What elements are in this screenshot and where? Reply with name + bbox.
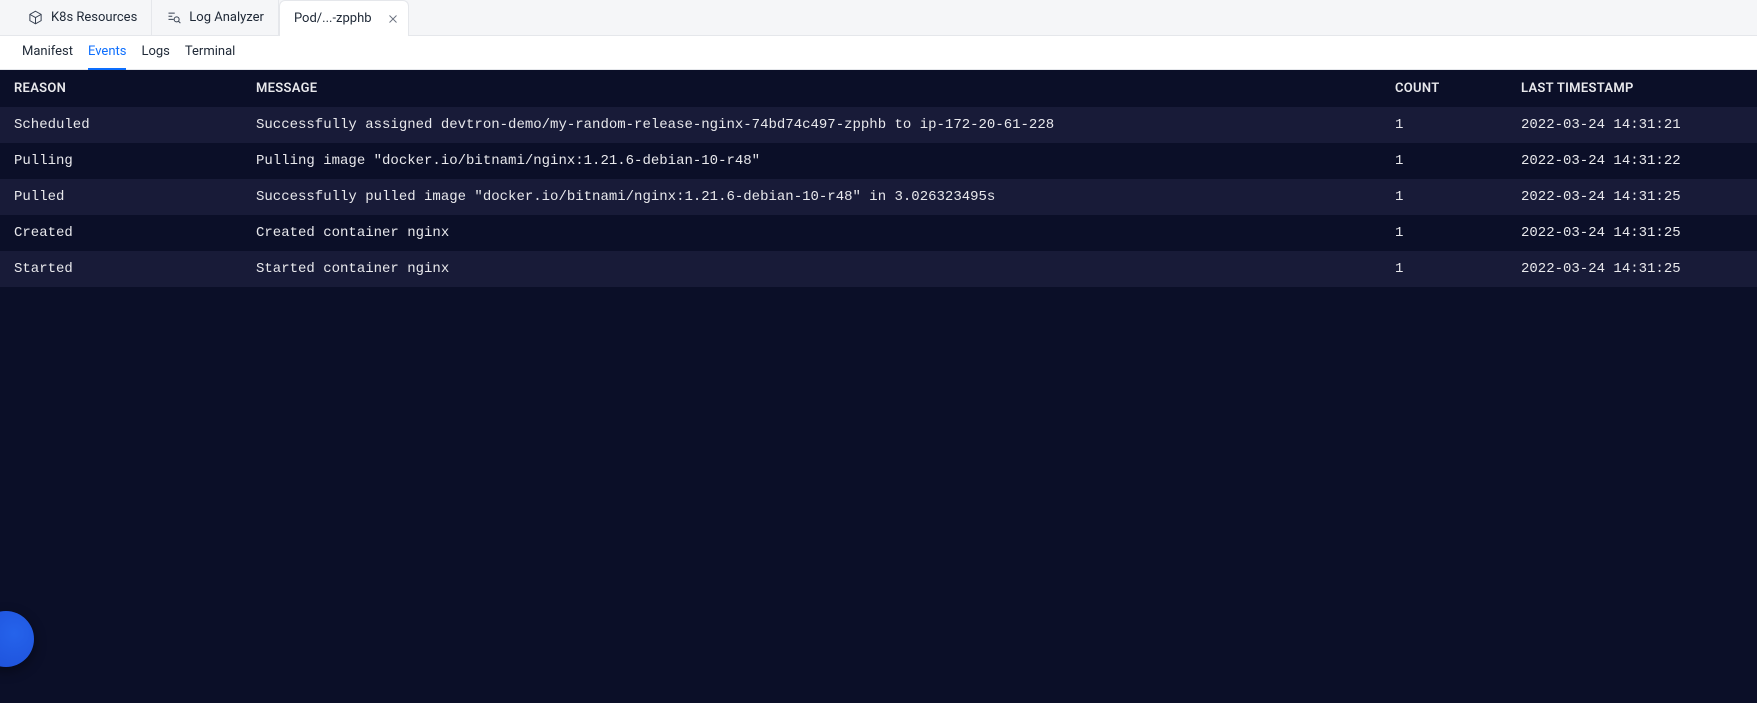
cell-message: Created container nginx [242,215,1381,251]
top-tab-label: Pod/...-zpphb [294,11,372,26]
table-row: Pulling Pulling image "docker.io/bitnami… [0,143,1757,179]
cell-message: Pulling image "docker.io/bitnami/nginx:1… [242,143,1381,179]
table-row: Created Created container nginx 1 2022-0… [0,215,1757,251]
cell-timestamp: 2022-03-24 14:31:25 [1507,179,1757,215]
table-row: Started Started container nginx 1 2022-0… [0,251,1757,287]
top-tab-log-analyzer[interactable]: Log Analyzer [152,0,279,36]
cell-timestamp: 2022-03-24 14:31:25 [1507,215,1757,251]
top-tab-label: K8s Resources [51,10,137,25]
tab-terminal[interactable]: Terminal [185,36,235,70]
help-fab-button[interactable] [0,611,34,667]
close-icon[interactable] [386,12,400,26]
cell-reason: Scheduled [0,107,242,143]
cell-message: Successfully assigned devtron-demo/my-ra… [242,107,1381,143]
top-tab-label: Log Analyzer [189,10,264,25]
top-tab-bar: K8s Resources Log Analyzer Pod/...-zpphb [0,0,1757,36]
cell-count: 1 [1381,215,1507,251]
header-count: COUNT [1381,70,1507,107]
table-row: Scheduled Successfully assigned devtron-… [0,107,1757,143]
header-reason: REASON [0,70,242,107]
cube-icon [28,10,43,25]
cell-count: 1 [1381,107,1507,143]
header-message: MESSAGE [242,70,1381,107]
cell-reason: Started [0,251,242,287]
top-tab-pod-detail[interactable]: Pod/...-zpphb [279,0,409,36]
tab-manifest[interactable]: Manifest [22,36,73,70]
tab-logs[interactable]: Logs [141,36,169,70]
cell-timestamp: 2022-03-24 14:31:25 [1507,251,1757,287]
events-table: REASON MESSAGE COUNT LAST TIMESTAMP Sche… [0,70,1757,287]
cell-count: 1 [1381,143,1507,179]
tab-events[interactable]: Events [88,36,126,70]
cell-message: Successfully pulled image "docker.io/bit… [242,179,1381,215]
header-timestamp: LAST TIMESTAMP [1507,70,1757,107]
cell-reason: Pulled [0,179,242,215]
top-tab-k8s-resources[interactable]: K8s Resources [14,0,152,36]
search-log-icon [166,10,181,25]
cell-message: Started container nginx [242,251,1381,287]
cell-timestamp: 2022-03-24 14:31:22 [1507,143,1757,179]
cell-reason: Pulling [0,143,242,179]
cell-count: 1 [1381,251,1507,287]
cell-count: 1 [1381,179,1507,215]
cell-reason: Created [0,215,242,251]
sub-tab-bar: Manifest Events Logs Terminal [0,36,1757,70]
cell-timestamp: 2022-03-24 14:31:21 [1507,107,1757,143]
table-row: Pulled Successfully pulled image "docker… [0,179,1757,215]
table-header-row: REASON MESSAGE COUNT LAST TIMESTAMP [0,70,1757,107]
